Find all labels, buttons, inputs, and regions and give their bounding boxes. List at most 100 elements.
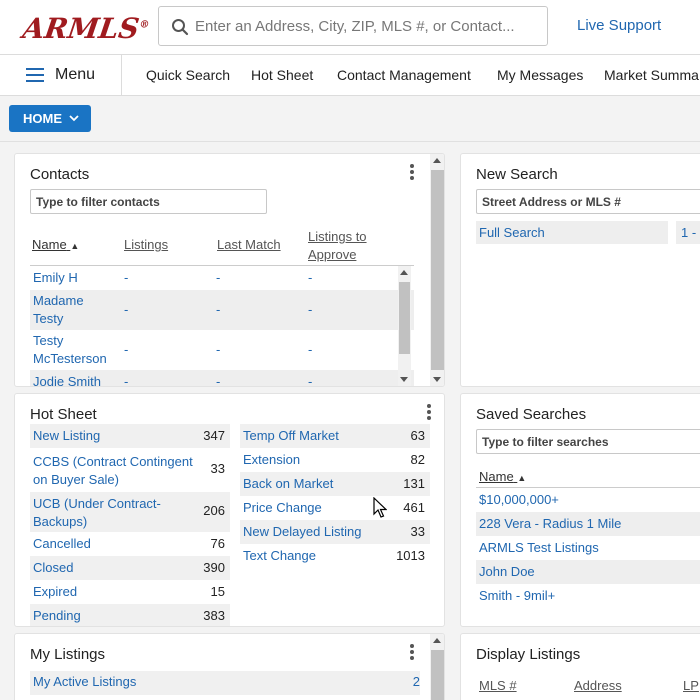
saved-searches-title: Saved Searches	[476, 406, 587, 423]
saved-searches-filter-input[interactable]: Type to filter searches	[476, 429, 700, 454]
nav-market-summary[interactable]: Market Summa	[604, 67, 699, 83]
nav-my-messages[interactable]: My Messages	[497, 67, 583, 83]
hotsheet-item-closed[interactable]: Closed 390	[30, 556, 230, 580]
column-header-name[interactable]: Name ▲	[32, 237, 79, 252]
my-listings-widget: My Listings My Active Listings 2	[14, 633, 445, 700]
hotsheet-label: New Delayed Listing	[243, 524, 362, 539]
hotsheet-label: Closed	[33, 560, 74, 575]
contact-name[interactable]: Jodie Smith	[33, 374, 101, 386]
column-header-listings[interactable]: Listings	[124, 237, 168, 252]
hotsheet-item-new-listing[interactable]: New Listing 347	[30, 424, 230, 448]
full-search-link[interactable]: Full Search	[479, 225, 545, 240]
contact-last-match: -	[216, 302, 221, 317]
nav-bar: Menu Quick Search Hot Sheet Contact Mana…	[0, 55, 700, 96]
saved-search-item[interactable]: John Doe	[479, 564, 535, 579]
search-icon	[172, 19, 189, 36]
live-support-link[interactable]: Live Support	[577, 17, 661, 34]
hotsheet-label: Cancelled	[33, 536, 91, 551]
scroll-down-icon[interactable]	[400, 377, 408, 382]
menu-button[interactable]: Menu	[0, 55, 122, 96]
hotsheet-count: 461	[403, 500, 425, 515]
my-active-listings-count[interactable]: 2	[413, 674, 420, 689]
hotsheet-item-new-delayed-listing[interactable]: New Delayed Listing 33	[240, 520, 430, 544]
home-dropdown-button[interactable]: HOME	[9, 105, 91, 132]
column-header-name[interactable]: Name ▲	[479, 469, 526, 484]
nav-contact-management[interactable]: Contact Management	[337, 67, 471, 83]
hotsheet-item-back-on-market[interactable]: Back on Market 131	[240, 472, 430, 496]
hotsheet-item-extension[interactable]: Extension 82	[240, 448, 430, 472]
scroll-thumb[interactable]	[399, 282, 410, 354]
contact-listings: -	[124, 270, 129, 285]
hotsheet-label: Temp Off Market	[243, 428, 339, 443]
display-listings-title: Display Listings	[476, 646, 581, 663]
global-search-box[interactable]	[158, 6, 548, 46]
scroll-up-icon[interactable]	[400, 270, 408, 275]
saved-search-item[interactable]: $10,000,000+	[479, 492, 559, 507]
contacts-filter-input[interactable]: Type to filter contacts	[30, 189, 267, 214]
hotsheet-item-ccbs[interactable]: CCBS (Contract Contingent on Buyer Sale)…	[30, 450, 230, 490]
nav-hot-sheet[interactable]: Hot Sheet	[251, 67, 313, 83]
column-header-lp[interactable]: LP	[683, 678, 699, 693]
scroll-thumb[interactable]	[431, 650, 444, 700]
scroll-thumb[interactable]	[431, 170, 444, 370]
my-active-listings-link[interactable]: My Active Listings	[33, 674, 136, 689]
hotsheet-count: 82	[410, 452, 425, 467]
contact-listings: -	[124, 302, 129, 317]
street-address-input[interactable]: Street Address or MLS #	[476, 189, 700, 214]
column-header-address[interactable]: Address	[574, 678, 622, 693]
more-options-icon[interactable]	[410, 644, 414, 660]
divider	[0, 141, 700, 142]
contact-name[interactable]: Emily H	[33, 270, 78, 285]
hotsheet-count: 15	[210, 584, 225, 599]
contact-last-match: -	[216, 342, 221, 357]
hotsheet-label: Price Change	[243, 500, 322, 515]
registered-mark: ®	[138, 19, 151, 31]
contacts-widget: Contacts Type to filter contacts Name ▲ …	[14, 153, 445, 387]
scroll-up-icon[interactable]	[433, 158, 441, 163]
hotsheet-count: 76	[210, 536, 225, 551]
contact-name[interactable]: Madame Testy	[33, 292, 113, 328]
contact-last-match: -	[216, 374, 221, 387]
hotsheet-count: 33	[410, 524, 425, 539]
hotsheet-count: 206	[203, 503, 225, 518]
hotsheet-item-pending[interactable]: Pending 383	[30, 604, 230, 626]
contacts-table-scrollbar[interactable]	[398, 266, 411, 386]
column-header-mls[interactable]: MLS #	[479, 678, 517, 693]
column-header-listings-to-approve[interactable]: Listings to Approve	[308, 228, 388, 264]
hotsheet-count: 1013	[396, 548, 425, 563]
saved-search-item[interactable]: ARMLS Test Listings	[479, 540, 599, 555]
hamburger-icon	[26, 68, 44, 82]
global-search-input[interactable]	[195, 7, 540, 45]
scroll-down-icon[interactable]	[433, 377, 441, 382]
contacts-widget-scrollbar[interactable]	[430, 154, 444, 386]
hotsheet-item-price-change[interactable]: Price Change 461	[240, 496, 430, 520]
hot-sheet-title: Hot Sheet	[30, 406, 97, 423]
home-label: HOME	[23, 111, 62, 126]
hotsheet-item-expired[interactable]: Expired 15	[30, 580, 230, 604]
hotsheet-item-temp-off-market[interactable]: Temp Off Market 63	[240, 424, 430, 448]
my-listings-title: My Listings	[30, 646, 106, 663]
hotsheet-label: Text Change	[243, 548, 316, 563]
contact-approve: -	[308, 270, 313, 285]
column-header-last-match[interactable]: Last Match	[217, 237, 281, 252]
saved-search-item[interactable]: Smith - 9mil+	[479, 588, 555, 603]
scroll-up-icon[interactable]	[433, 638, 441, 643]
range-text[interactable]: 1 -	[681, 225, 696, 240]
more-options-icon[interactable]	[410, 164, 414, 180]
mouse-cursor-icon	[373, 497, 387, 518]
my-listings-scrollbar[interactable]	[430, 634, 444, 700]
header-divider	[30, 265, 414, 266]
hotsheet-item-cancelled[interactable]: Cancelled 76	[30, 532, 230, 556]
hotsheet-count: 383	[203, 608, 225, 623]
hotsheet-item-text-change[interactable]: Text Change 1013	[240, 544, 430, 568]
my-listings-row[interactable]: My Active Listings 2	[30, 671, 420, 695]
chevron-down-icon	[69, 115, 79, 122]
contact-approve: -	[308, 302, 313, 317]
saved-search-item[interactable]: 228 Vera - Radius 1 Mile	[479, 516, 621, 531]
hotsheet-item-ucb[interactable]: UCB (Under Contract-Backups) 206	[30, 492, 230, 532]
armls-logo[interactable]: ARMLS®	[21, 12, 152, 45]
contact-name[interactable]: Testy McTesterson	[33, 332, 123, 368]
more-options-icon[interactable]	[427, 404, 431, 420]
hotsheet-count: 131	[403, 476, 425, 491]
nav-quick-search[interactable]: Quick Search	[146, 67, 230, 83]
